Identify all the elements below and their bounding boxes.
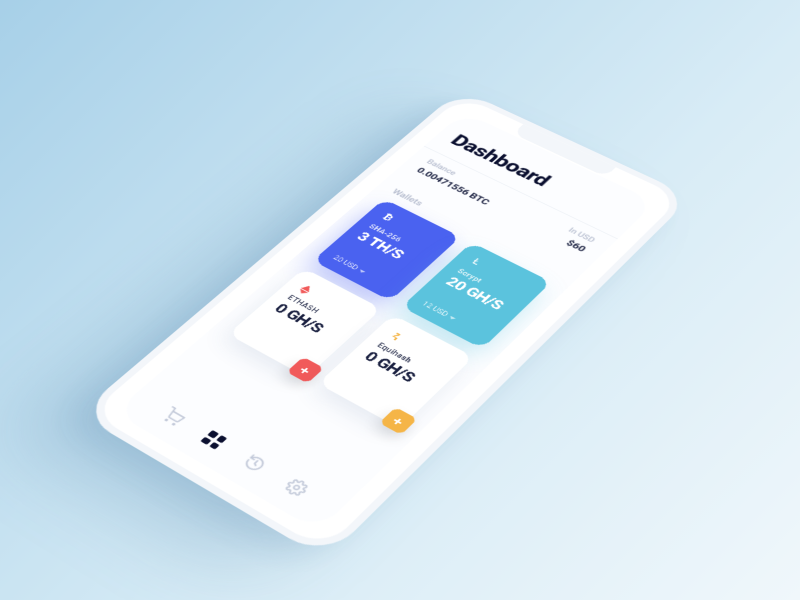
add-button[interactable]: + bbox=[379, 407, 417, 435]
tab-cart[interactable] bbox=[153, 402, 195, 432]
tab-settings[interactable] bbox=[275, 472, 318, 504]
price-row[interactable]: 20 USD bbox=[331, 255, 393, 289]
litecoin-icon bbox=[467, 255, 486, 268]
algo-label: ETHASH bbox=[285, 294, 347, 329]
gear-icon bbox=[281, 476, 312, 499]
wallet-card-equihash[interactable]: Equihash 0 GH/S + bbox=[318, 315, 474, 429]
ethereum-icon bbox=[298, 281, 318, 294]
hashrate-value: 0 GH/S bbox=[270, 301, 339, 343]
chevron-down-icon bbox=[449, 316, 456, 321]
chevron-down-icon bbox=[359, 270, 366, 275]
tab-history[interactable] bbox=[234, 448, 276, 479]
bitcoin-icon bbox=[379, 211, 398, 224]
cart-icon bbox=[159, 406, 189, 427]
algo-label: Equihash bbox=[375, 342, 439, 379]
price-value: 12 USD bbox=[420, 300, 450, 318]
history-icon bbox=[240, 452, 270, 474]
price-value: 20 USD bbox=[331, 255, 360, 272]
price-row[interactable]: 12 USD bbox=[420, 300, 484, 335]
screen: Dashboard Balance 0.00471556 BTC In USD … bbox=[114, 112, 656, 531]
hashrate-value: 0 GH/S bbox=[360, 349, 432, 393]
zcash-icon bbox=[387, 328, 407, 342]
phone-frame: Dashboard Balance 0.00471556 BTC In USD … bbox=[78, 89, 692, 559]
tab-bar bbox=[135, 386, 342, 516]
tab-dashboard[interactable] bbox=[193, 425, 235, 455]
apps-icon bbox=[200, 430, 227, 450]
add-button[interactable]: + bbox=[286, 357, 324, 384]
